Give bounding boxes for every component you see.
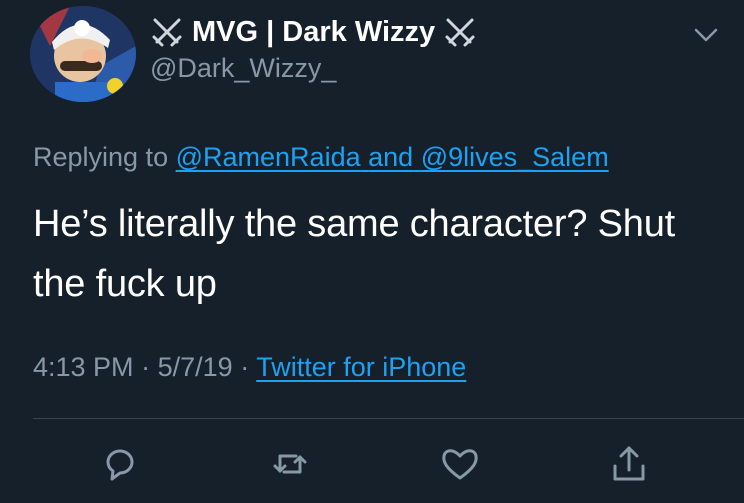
avatar-image (30, 6, 136, 102)
tweet-time: 4:13 PM (33, 352, 134, 382)
tweet-meta: 4:13 PM · 5/7/19 · Twitter for iPhone (33, 352, 466, 383)
divider (33, 418, 744, 419)
chevron-down-icon[interactable] (690, 22, 722, 48)
display-name: MVG | Dark Wizzy (192, 15, 436, 48)
replying-to: Replying to @RamenRaida and @9lives_Sale… (33, 142, 609, 173)
tweet-date: 5/7/19 (157, 352, 233, 382)
like-icon[interactable] (436, 440, 484, 488)
avatar[interactable] (30, 6, 136, 102)
reply-icon[interactable] (96, 440, 144, 488)
meta-separator: · (141, 352, 151, 382)
reply-mention-ramenraida[interactable]: @RamenRaida and @9lives_Salem (176, 142, 609, 172)
crossed-swords-icon (445, 18, 475, 47)
meta-separator: · (240, 352, 250, 382)
tweet-text: He’s literally the same character? Shut … (33, 194, 723, 314)
share-icon[interactable] (605, 440, 653, 488)
tweet-source-link[interactable]: Twitter for iPhone (256, 352, 466, 382)
mention-conjunction: and (368, 142, 414, 172)
tweet-text-line: He’s literally the same character? Shut (33, 203, 676, 245)
user-handle[interactable]: @Dark_Wizzy_ (150, 53, 336, 84)
retweet-icon[interactable] (266, 440, 314, 488)
replying-prefix: Replying to (33, 142, 169, 172)
tweet-text-line: the fuck up (33, 263, 217, 305)
display-name-row[interactable]: MVG | Dark Wizzy (150, 12, 477, 52)
mention-text: @RamenRaida (175, 142, 361, 172)
crossed-swords-icon (152, 18, 182, 47)
mention-text: @9lives_Salem (420, 142, 609, 172)
